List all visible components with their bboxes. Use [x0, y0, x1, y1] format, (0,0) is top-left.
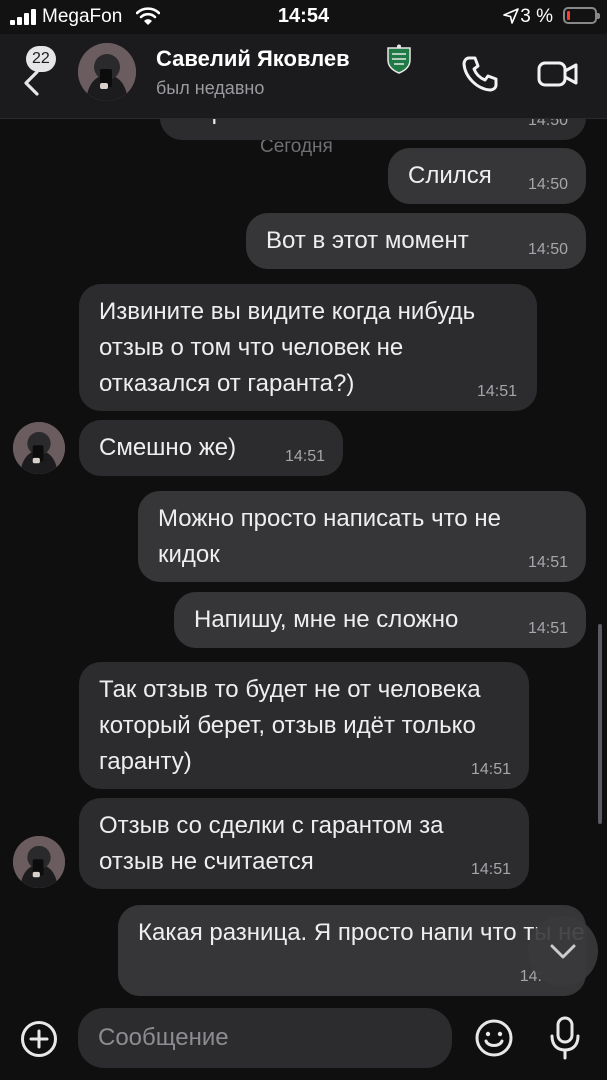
- message-text: Напишу, мне не сложно: [194, 606, 459, 633]
- chevron-left-icon: [24, 70, 39, 96]
- message-bubble-incoming[interactable]: Отзыв со сделки с гарантом за отзыв не с…: [79, 798, 529, 889]
- attach-plus-icon[interactable]: [20, 1020, 58, 1058]
- message-text: Отзыв со сделки с гарантом за отзыв не с…: [99, 812, 444, 875]
- unread-count-badge: 22: [26, 46, 56, 72]
- contact-avatar[interactable]: [78, 43, 136, 101]
- message-text: Какая разница. Я просто напи что ты не к…: [138, 919, 586, 946]
- message-bubble-outgoing[interactable]: Напишу, мне не сложно 14:51: [174, 592, 586, 648]
- scrollbar[interactable]: [598, 624, 602, 824]
- message-bubble-outgoing[interactable]: Слился 14:50: [388, 148, 586, 204]
- message-bubble-incoming[interactable]: Извините вы видите когда нибудь отзыв о …: [79, 284, 537, 411]
- battery-percent: 3 %: [520, 6, 553, 27]
- avatar-photo: [78, 43, 136, 101]
- microphone-icon[interactable]: [548, 1016, 582, 1060]
- message-text: Так отзыв то будет не от человека которы…: [99, 676, 481, 775]
- message-text: Можно просто написать что не кидок: [158, 505, 501, 568]
- message-bubble-outgoing[interactable]: Какая разница. Я просто напи что ты не к…: [118, 905, 586, 996]
- phone-call-icon[interactable]: [460, 54, 500, 94]
- sender-avatar[interactable]: [13, 422, 65, 474]
- status-bar: MegaFon 14:54 3 %: [0, 0, 607, 34]
- message-text: Извините вы видите когда нибудь отзыв о …: [99, 298, 476, 397]
- message-text: Вот в этот момент: [266, 227, 469, 254]
- message-time: 14:51: [476, 383, 517, 400]
- message-time: 14:51: [527, 554, 568, 571]
- message-bubble-outgoing[interactable]: Можно просто написать что не кидок 14:51: [138, 491, 586, 582]
- message-bubble-outgoing[interactable]: Вот в этот момент 14:50: [246, 213, 586, 269]
- sender-avatar[interactable]: [13, 836, 65, 888]
- message-input[interactable]: [78, 1008, 452, 1068]
- battery-icon: [563, 7, 600, 24]
- message-time: 14:51: [284, 448, 325, 465]
- avatar-photo: [13, 836, 65, 888]
- message-time: 14:51: [527, 620, 568, 637]
- message-composer: [0, 996, 607, 1080]
- message-bubble-incoming[interactable]: Так отзыв то будет не от человека которы…: [79, 662, 529, 789]
- club-crest-icon: [387, 44, 411, 74]
- chevron-down-icon: [550, 944, 576, 959]
- avatar-photo: [13, 422, 65, 474]
- contact-last-seen: был недавно: [156, 78, 265, 98]
- message-time: 14:50: [527, 241, 568, 258]
- location-arrow-icon: [503, 8, 519, 24]
- message-time: 14:51: [470, 761, 511, 778]
- contact-name[interactable]: Савелий Яковлев: [156, 46, 350, 72]
- emoji-icon[interactable]: [474, 1018, 514, 1058]
- scroll-to-bottom-button[interactable]: [528, 916, 598, 986]
- message-time: 14:51: [470, 861, 511, 878]
- message-bubble-incoming[interactable]: Смешно же) 14:51: [79, 420, 343, 476]
- video-call-icon[interactable]: [536, 56, 580, 92]
- message-time: 14:50: [527, 176, 568, 193]
